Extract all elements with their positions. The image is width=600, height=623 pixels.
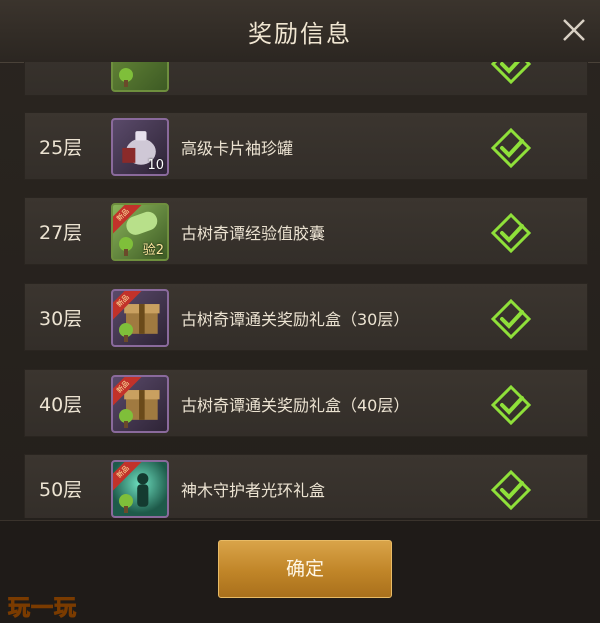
confirm-button[interactable]: 确定 [218,540,392,598]
reward-row: 40层 新品 古树奇谭通关奖励礼盒（40层） [24,369,588,437]
reward-name: 高级卡片袖珍罐 [181,139,294,158]
jar-icon: 10 [111,118,169,176]
item-quantity: 10 [147,158,164,173]
reward-row: 50层 新品 神木守护者光环礼盒 [24,454,588,518]
gift-chest-icon: 新品 [111,289,169,347]
reward-name: 古树奇谭通关奖励礼盒（30层） [181,310,410,329]
reward-name: 古树奇谭通关奖励礼盒（40层） [181,396,410,415]
gift-chest-icon: 新品 [111,375,169,433]
reward-row: 27层 新品 验2 古树奇谭经验值胶囊 [24,197,588,265]
reward-row: 30层 新品 古树奇谭通关奖励礼盒（30层） [24,283,588,351]
claimed-check-icon [490,127,532,169]
green-item-icon [111,62,169,92]
dialog-title: 奖励信息 [248,20,352,48]
floor-label: 27层 [39,222,83,244]
floor-label: 25层 [39,137,83,159]
capsule-text: 验 [142,243,156,258]
reward-row [24,62,588,96]
claimed-check-icon [490,384,532,426]
reward-row: 25层 10 高级卡片袖珍罐 [24,112,588,180]
claimed-check-icon [490,62,532,85]
exp-capsule-icon: 新品 验2 [111,203,169,261]
close-icon[interactable] [556,12,592,48]
floor-label: 50层 [39,479,83,501]
claimed-check-icon [490,469,532,511]
reward-name: 神木守护者光环礼盒 [181,481,326,500]
reward-name: 古树奇谭经验值胶囊 [181,224,326,243]
watermark-logo: 玩一玩 [7,596,78,622]
floor-label: 40层 [39,394,83,416]
floor-label: 30层 [39,308,83,330]
dialog-header: 奖励信息 [0,0,600,63]
reward-list[interactable]: 25层 10 高级卡片袖珍罐 27层 新品 验2 古树奇谭经验值胶囊 30层 新… [24,62,588,518]
reward-dialog: 奖励信息 25层 10 高级卡片袖珍罐 27层 新品 验2 古树奇谭经验值胶囊 … [0,0,600,623]
capsule-level: 2 [155,243,164,258]
capsule-label: 验2 [143,239,164,258]
aura-gift-icon: 新品 [111,460,169,518]
claimed-check-icon [490,212,532,254]
claimed-check-icon [490,298,532,340]
